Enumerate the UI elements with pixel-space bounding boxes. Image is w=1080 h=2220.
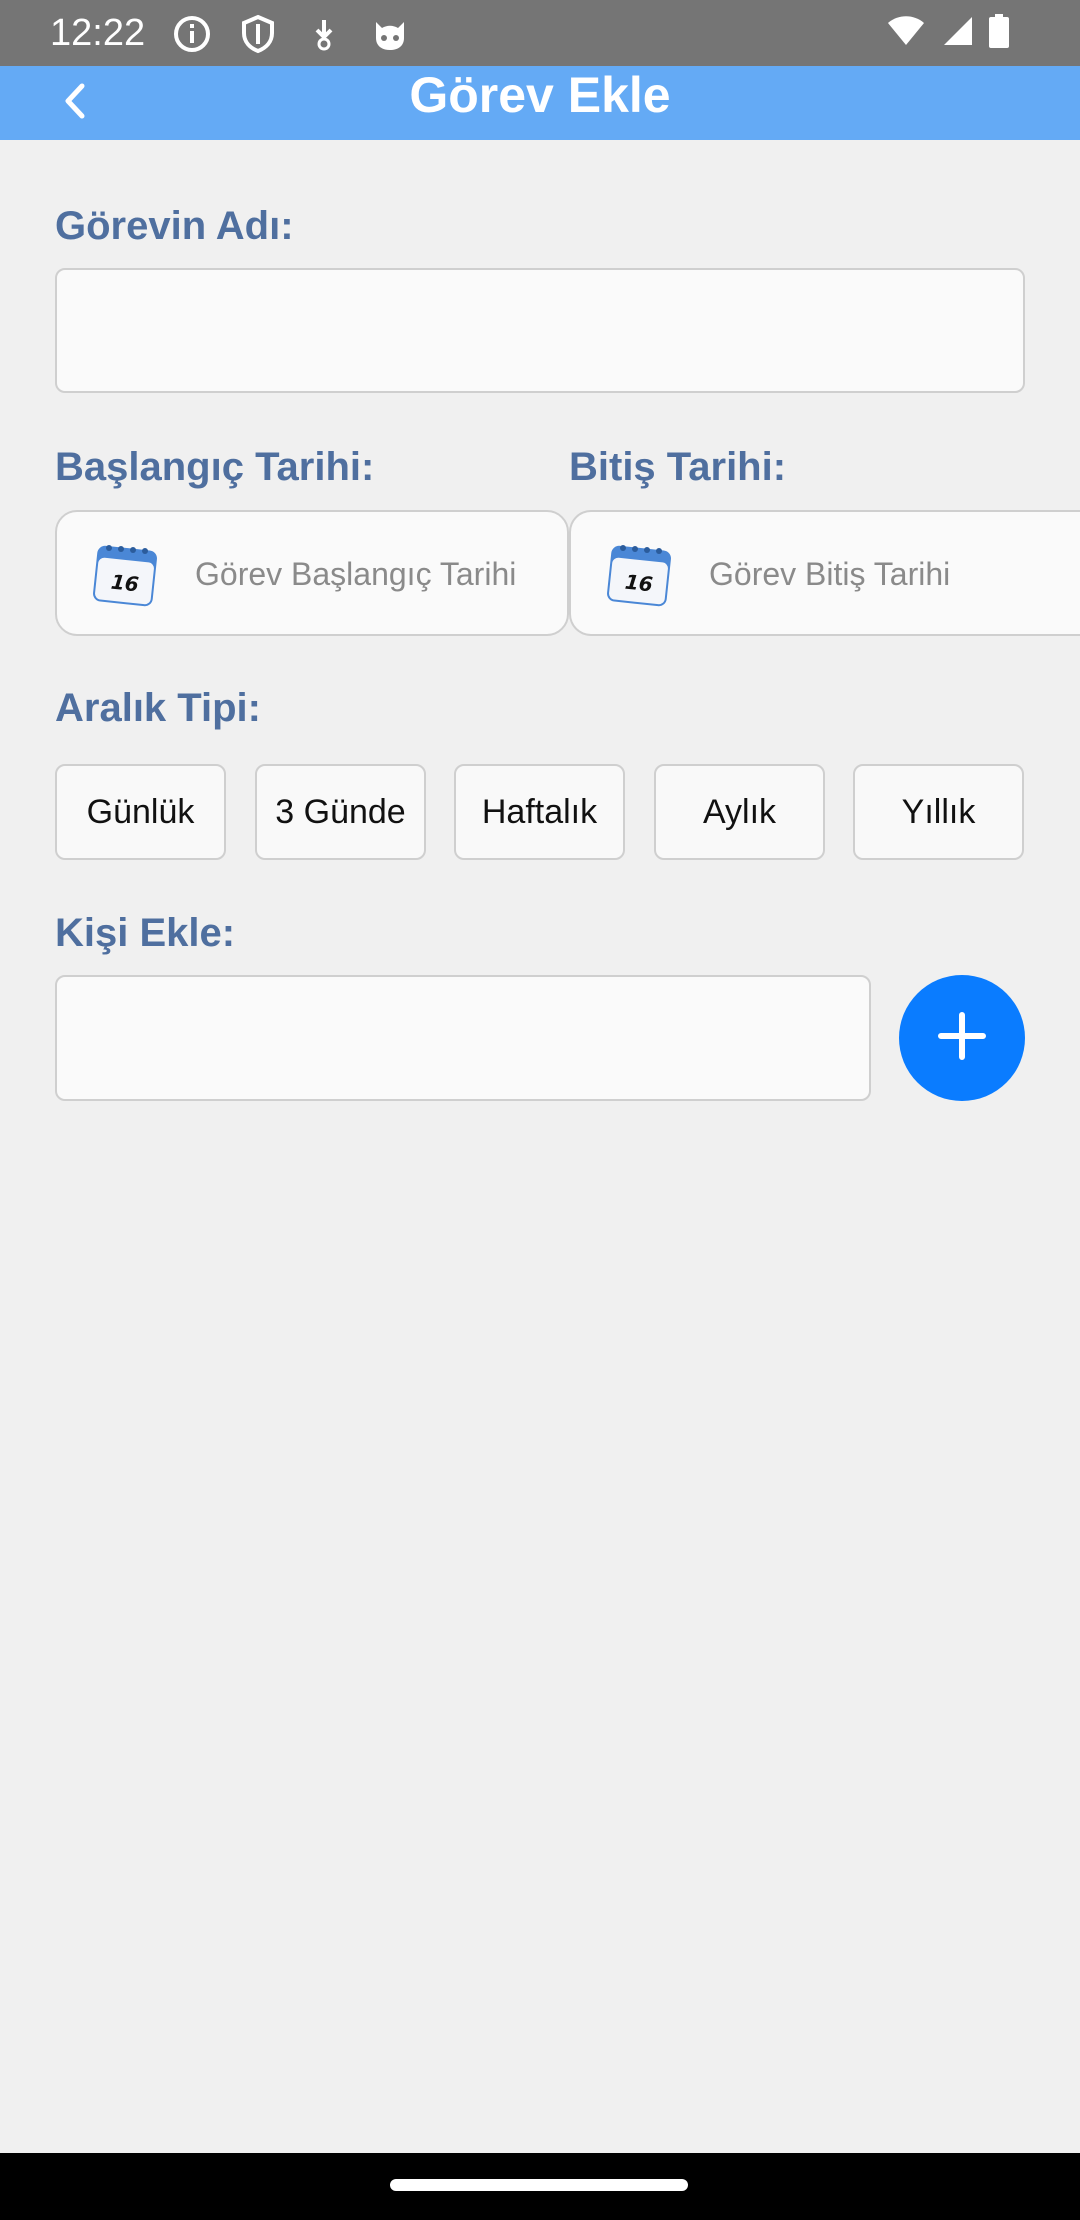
interval-option-daily[interactable]: Günlük [55, 764, 226, 860]
interval-option-yearly[interactable]: Yıllık [853, 764, 1024, 860]
download-icon [302, 12, 346, 56]
cell-signal-icon [940, 15, 974, 52]
battery-icon [988, 14, 1010, 53]
home-gesture-handle[interactable] [390, 2179, 688, 2191]
calendar-icon: 16 [91, 538, 161, 608]
calendar-icon: 16 [605, 538, 675, 608]
shield-icon [236, 12, 280, 56]
cat-face-icon [368, 12, 412, 56]
plus-icon [937, 1011, 987, 1066]
interval-option-weekly[interactable]: Haftalık [454, 764, 625, 860]
end-date-label: Bitiş Tarihi: [569, 445, 787, 489]
page-title: Görev Ekle [409, 67, 671, 123]
add-person-label: Kişi Ekle: [55, 911, 236, 955]
app-bar: Görev Ekle [0, 66, 1080, 140]
info-icon [170, 12, 214, 56]
status-system-icons [886, 14, 1010, 53]
end-date-picker[interactable]: 16 Görev Bitiş Tarihi [569, 510, 1080, 636]
start-date-picker[interactable]: 16 Görev Başlangıç Tarihi [55, 510, 569, 636]
interval-option-3-days[interactable]: 3 Günde [255, 764, 426, 860]
add-person-button[interactable] [899, 975, 1025, 1101]
start-date-label: Başlangıç Tarihi: [55, 445, 375, 489]
task-name-input[interactable] [55, 268, 1025, 393]
interval-type-label: Aralık Tipi: [55, 686, 261, 730]
person-input[interactable] [55, 975, 871, 1101]
svg-text:16: 16 [110, 570, 140, 597]
status-time: 12:22 [50, 12, 146, 54]
wifi-icon [886, 15, 926, 52]
end-date-placeholder: Görev Bitiş Tarihi [709, 556, 951, 592]
interval-option-monthly[interactable]: Aylık [654, 764, 825, 860]
status-bar: 12:22 [0, 0, 1080, 66]
status-notification-icons [170, 12, 412, 56]
start-date-placeholder: Görev Başlangıç Tarihi [195, 556, 517, 592]
system-navigation-bar [0, 2153, 1080, 2220]
svg-text:16: 16 [624, 570, 654, 597]
task-name-label: Görevin Adı: [55, 204, 294, 248]
